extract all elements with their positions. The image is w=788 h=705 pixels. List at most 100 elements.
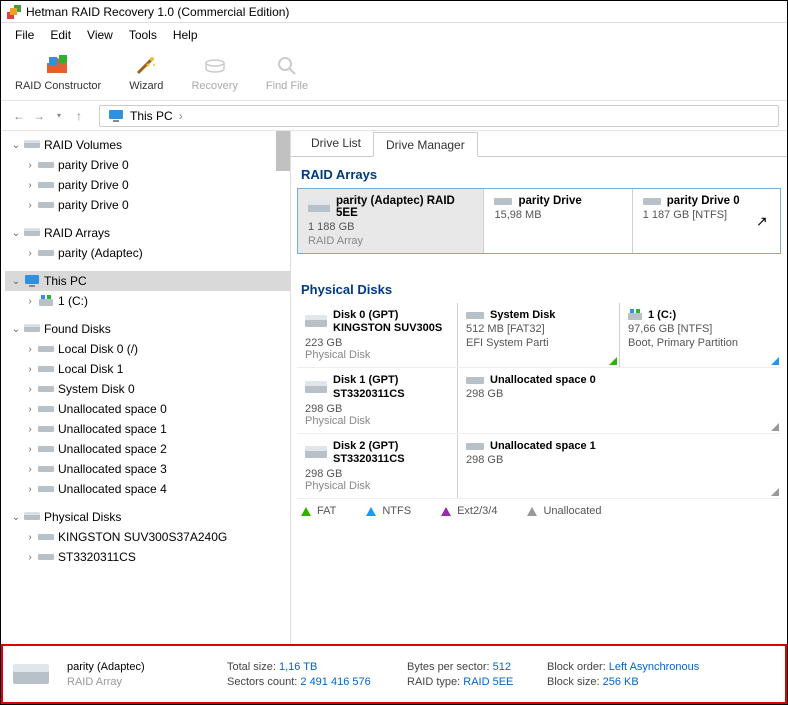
tree-physical-disks[interactable]: ⌄ Physical Disks: [5, 507, 290, 527]
tabs: Drive List Drive Manager: [291, 131, 787, 157]
tree-parity-drive-0a[interactable]: ›parity Drive 0: [5, 155, 290, 175]
chevron-right-icon[interactable]: ›: [23, 200, 37, 211]
toolbar-wizard-label: Wizard: [129, 80, 163, 92]
status-block-size: 256 KB: [603, 676, 639, 688]
tree-unallocated-2[interactable]: ›Unallocated space 2: [5, 439, 290, 459]
tree-unallocated-3[interactable]: ›Unallocated space 3: [5, 459, 290, 479]
drive-icon: [37, 160, 55, 170]
section-physical-disks: Physical Disks: [291, 272, 787, 303]
content-panel: Drive List Drive Manager RAID Arrays par…: [291, 131, 787, 644]
status-total-size: 1,16 TB: [279, 661, 317, 673]
section-raid-arrays: RAID Arrays: [291, 157, 787, 188]
title-bar: Hetman RAID Recovery 1.0 (Commercial Edi…: [1, 1, 787, 23]
tree-local-disk-1[interactable]: ›Local Disk 1: [5, 359, 290, 379]
tree-unallocated-1[interactable]: ›Unallocated space 1: [5, 419, 290, 439]
menu-edit[interactable]: Edit: [42, 26, 79, 42]
toolbar-recovery: Recovery: [177, 51, 251, 94]
tree-parity-adaptec[interactable]: ›parity (Adaptec): [5, 243, 290, 263]
drive-icon: [308, 200, 330, 214]
tree-raid-arrays[interactable]: ⌄ RAID Arrays: [5, 223, 290, 243]
fs-legend: FAT NTFS Ext2/3/4 Unallocated: [291, 499, 787, 523]
drive-icon: [466, 375, 484, 385]
toolbar-find-label: Find File: [266, 80, 308, 92]
status-sectors: 2 491 416 576: [300, 676, 370, 688]
status-panel: parity (Adaptec) RAID Array Total size: …: [1, 644, 787, 704]
raid-card-parity-drive-0[interactable]: parity Drive 0 1 187 GB [NTFS]: [633, 189, 780, 253]
tab-drive-list[interactable]: Drive List: [299, 131, 373, 156]
raid-card-parity-drive[interactable]: parity Drive 15,98 MB: [484, 189, 632, 253]
disk-partition[interactable]: Unallocated space 1 298 GB: [457, 434, 781, 498]
disk-partition[interactable]: 1 (C:) 97,66 GB [NTFS] Boot, Primary Par…: [619, 303, 781, 367]
disk-row: Disk 0 (GPT)KINGSTON SUV300S 223 GB Phys…: [297, 303, 781, 368]
search-icon: [275, 54, 299, 78]
menu-file[interactable]: File: [7, 26, 42, 42]
drive-icon: [305, 381, 327, 395]
chevron-right-icon[interactable]: ›: [23, 296, 37, 307]
chevron-down-icon[interactable]: ⌄: [9, 228, 23, 239]
tree-kingston[interactable]: ›KINGSTON SUV300S37A240G: [5, 527, 290, 547]
drive-icon: [643, 196, 661, 206]
menu-view[interactable]: View: [79, 26, 121, 42]
raid-array-row: parity (Adaptec) RAID 5EE 1 188 GB RAID …: [297, 188, 781, 254]
drive-icon: [305, 315, 327, 329]
chevron-down-icon[interactable]: ⌄: [9, 512, 23, 523]
drive-icon: [13, 662, 53, 686]
monitor-icon: [23, 275, 41, 287]
menu-tools[interactable]: Tools: [121, 26, 165, 42]
status-block-order: Left Asynchronous: [609, 661, 700, 673]
disk-main[interactable]: Disk 0 (GPT)KINGSTON SUV300S 223 GB Phys…: [297, 303, 457, 367]
nav-forward[interactable]: →: [29, 106, 49, 126]
tree-unallocated-4[interactable]: ›Unallocated space 4: [5, 479, 290, 499]
main: ⌄ RAID Volumes ›parity Drive 0 ›parity D…: [1, 131, 787, 644]
chevron-down-icon[interactable]: ⌄: [9, 140, 23, 151]
disk-main[interactable]: Disk 2 (GPT)ST3320311CS 298 GB Physical …: [297, 434, 457, 498]
drive-icon: [466, 441, 484, 451]
recovery-icon: [203, 54, 227, 78]
breadcrumb-location: This PC: [130, 109, 173, 123]
scrollbar-thumb[interactable]: [276, 131, 290, 171]
toolbar-recovery-label: Recovery: [191, 80, 237, 92]
tree-parity-drive-0b[interactable]: ›parity Drive 0: [5, 175, 290, 195]
toolbar-raid-constructor[interactable]: RAID Constructor: [1, 51, 115, 94]
nav-up[interactable]: ↑: [69, 106, 89, 126]
tree-unallocated-0[interactable]: ›Unallocated space 0: [5, 399, 290, 419]
tree-raid-volumes[interactable]: ⌄ RAID Volumes: [5, 135, 290, 155]
chevron-right-icon[interactable]: ›: [23, 180, 37, 191]
disk-row: Disk 1 (GPT)ST3320311CS 298 GB Physical …: [297, 368, 781, 433]
chevron-right-icon[interactable]: ›: [23, 160, 37, 171]
tab-drive-manager[interactable]: Drive Manager: [373, 132, 478, 157]
tree-parity-drive-0c[interactable]: ›parity Drive 0: [5, 195, 290, 215]
tree-system-disk-0[interactable]: ›System Disk 0: [5, 379, 290, 399]
tree-this-pc[interactable]: ⌄ This PC: [5, 271, 290, 291]
chevron-down-icon[interactable]: ⌄: [9, 324, 23, 335]
monitor-icon: [108, 109, 124, 123]
disk-partition[interactable]: System Disk 512 MB [FAT32] EFI System Pa…: [457, 303, 619, 367]
drive-icon: [494, 196, 512, 206]
toolbar-wizard[interactable]: Wizard: [115, 51, 177, 94]
tree-local-disk-0[interactable]: ›Local Disk 0 (/): [5, 339, 290, 359]
drive-icon: [23, 324, 41, 334]
raid-card-adaptec[interactable]: parity (Adaptec) RAID 5EE 1 188 GB RAID …: [298, 189, 484, 253]
chevron-right-icon[interactable]: ›: [23, 248, 37, 259]
chevron-down-icon[interactable]: ⌄: [9, 276, 23, 287]
tree-drive-c[interactable]: ›1 (C:): [5, 291, 290, 311]
tree-st[interactable]: ›ST3320311CS: [5, 547, 290, 567]
nav-back[interactable]: ←: [9, 106, 29, 126]
status-type: RAID Array: [67, 676, 227, 688]
tree-found-disks[interactable]: ⌄ Found Disks: [5, 319, 290, 339]
toolbar-raid-label: RAID Constructor: [15, 80, 101, 92]
legend-fat: FAT: [301, 505, 336, 517]
drive-icon: [37, 180, 55, 190]
address-bar[interactable]: This PC ›: [99, 105, 779, 127]
wand-icon: [134, 54, 158, 78]
status-raid-type: RAID 5EE: [463, 676, 513, 688]
menu-help[interactable]: Help: [165, 26, 206, 42]
nav-bar: ← → ▾ ↑ This PC ›: [1, 101, 787, 131]
breadcrumb-sep: ›: [179, 109, 183, 123]
window-title: Hetman RAID Recovery 1.0 (Commercial Edi…: [26, 5, 289, 19]
status-bps: 512: [493, 661, 511, 673]
disk-main[interactable]: Disk 1 (GPT)ST3320311CS 298 GB Physical …: [297, 368, 457, 432]
nav-dropdown[interactable]: ▾: [49, 106, 69, 126]
drive-icon: [23, 228, 41, 238]
disk-partition[interactable]: Unallocated space 0 298 GB: [457, 368, 781, 432]
